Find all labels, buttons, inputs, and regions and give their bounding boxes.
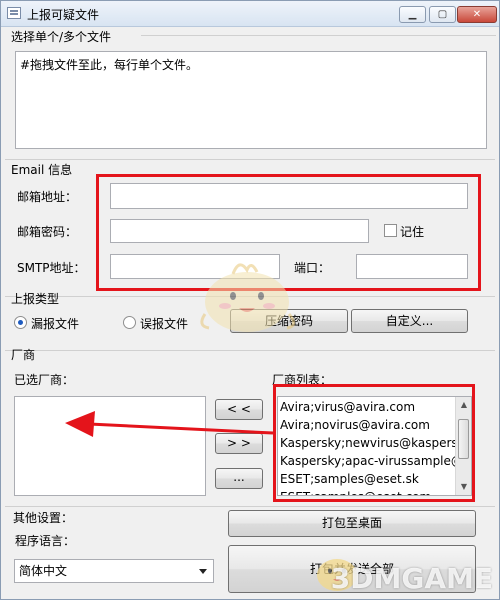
- site-watermark: 3DMGAME: [330, 562, 493, 595]
- mascot-watermark-icon: [200, 263, 295, 332]
- app-window: 上报可疑文件 ▁ ▢ ✕ 选择单个/多个文件 #拖拽文件至此，每行单个文件。 E…: [0, 0, 500, 600]
